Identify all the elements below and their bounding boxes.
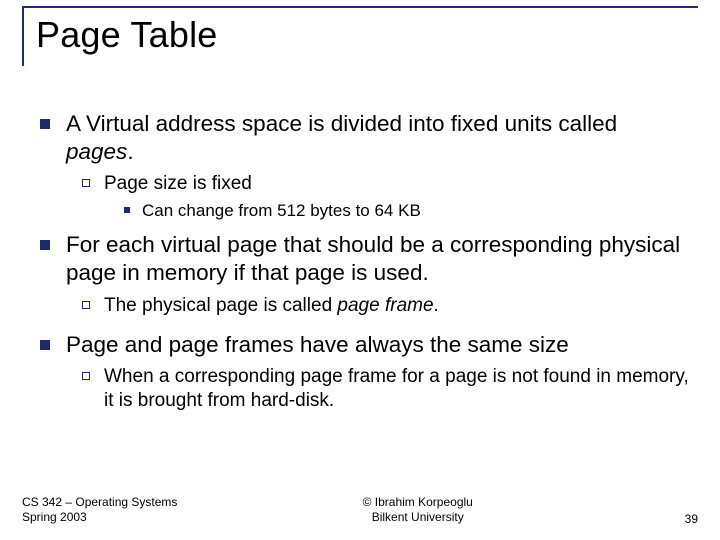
text-run: . xyxy=(127,139,133,164)
slide-number: 39 xyxy=(658,512,698,526)
text-run: The physical page is called xyxy=(104,295,337,316)
hollow-square-icon xyxy=(82,301,90,309)
hollow-square-icon xyxy=(82,372,90,380)
bullet-level2: When a corresponding page frame for a pa… xyxy=(82,365,690,413)
square-bullet-icon xyxy=(40,240,50,250)
course-label: CS 342 – Operating Systems xyxy=(22,495,177,511)
footer-center: © Ibrahim Korpeoglu Bilkent University xyxy=(177,495,658,526)
bullet-level1: A Virtual address space is divided into … xyxy=(40,110,690,166)
title-rule: Page Table xyxy=(22,6,698,66)
bullet-level1: Page and page frames have always the sam… xyxy=(40,331,690,359)
bullet-text: Page and page frames have always the sam… xyxy=(66,331,569,359)
affiliation-label: Bilkent University xyxy=(177,510,658,526)
bullet-text: When a corresponding page frame for a pa… xyxy=(104,365,690,413)
text-italic: pages xyxy=(66,139,127,164)
hollow-square-icon xyxy=(82,179,90,187)
spacer xyxy=(40,321,690,331)
footer-left: CS 342 – Operating Systems Spring 2003 xyxy=(22,495,177,526)
title-container: Page Table xyxy=(22,8,698,66)
bullet-text: Can change from 512 bytes to 64 KB xyxy=(142,200,421,221)
term-label: Spring 2003 xyxy=(22,510,177,526)
bullet-level2: Page size is fixed xyxy=(82,172,690,196)
slide-body: A Virtual address space is divided into … xyxy=(40,110,690,417)
text-run: . xyxy=(434,295,439,316)
square-bullet-icon xyxy=(40,119,50,129)
bullet-level3: Can change from 512 bytes to 64 KB xyxy=(124,200,690,221)
copyright-label: © Ibrahim Korpeoglu xyxy=(177,495,658,511)
square-bullet-icon xyxy=(40,340,50,350)
small-square-icon xyxy=(124,207,130,213)
bullet-text: Page size is fixed xyxy=(104,172,252,196)
bullet-text: The physical page is called page frame. xyxy=(104,294,439,318)
slide: Page Table A Virtual address space is di… xyxy=(0,0,720,540)
slide-title: Page Table xyxy=(36,14,698,56)
bullet-level2: The physical page is called page frame. xyxy=(82,294,690,318)
text-run: A Virtual address space is divided into … xyxy=(66,111,617,136)
bullet-text: A Virtual address space is divided into … xyxy=(66,110,690,166)
bullet-level1: For each virtual page that should be a c… xyxy=(40,231,690,287)
bullet-text: For each virtual page that should be a c… xyxy=(66,231,690,287)
text-italic: page frame xyxy=(337,295,433,316)
slide-footer: CS 342 – Operating Systems Spring 2003 ©… xyxy=(22,495,698,526)
